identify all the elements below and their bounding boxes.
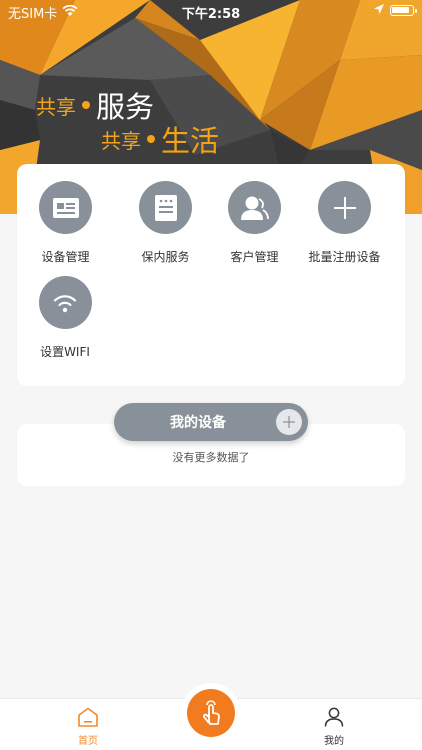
touch-hand-icon [203, 700, 220, 725]
my-devices-title: 我的设备 [170, 415, 226, 431]
add-device-button[interactable] [276, 409, 302, 435]
grid-item-batch-register[interactable]: 批量注册设备 [296, 181, 393, 265]
status-time: 下午2:58 [181, 7, 241, 22]
document-icon [139, 181, 192, 234]
wifi-icon [38, 276, 92, 329]
plus-icon [318, 181, 371, 234]
slogan-share-1: 共享 [36, 94, 76, 119]
slogan-life: 生活 [161, 124, 220, 158]
grid-item-device-management[interactable]: 设备管理 [17, 181, 114, 265]
customer-icon [228, 181, 281, 234]
grid-item-label: 设置WIFI [40, 345, 90, 359]
id-card-icon [39, 181, 92, 234]
grid-item-label: 保内服务 [141, 250, 190, 264]
grid-item-label: 设备管理 [41, 250, 90, 264]
center-action-button[interactable] [187, 689, 235, 737]
function-grid-card: 设备管理 保内服务 客户管理 批量注册设备 设置WIFI [17, 164, 405, 386]
slogan-dot-2 [147, 135, 155, 143]
battery-icon [390, 5, 417, 16]
my-devices-header[interactable]: 我的设备 [114, 403, 308, 441]
slogan-dot-1 [82, 101, 90, 109]
grid-item-warranty-service[interactable]: 保内服务 [117, 181, 214, 265]
tab-home[interactable]: 首页 [58, 707, 118, 747]
empty-list-message: 没有更多数据了 [172, 451, 250, 464]
status-bar: 无SIM卡 下午2:58 [0, 0, 422, 22]
location-arrow-icon [374, 3, 384, 18]
slogan-share-2: 共享 [101, 128, 141, 153]
grid-item-customer-management[interactable]: 客户管理 [206, 181, 303, 265]
tab-mine[interactable]: 我的 [304, 707, 364, 747]
home-icon [78, 707, 98, 727]
tab-home-label: 首页 [78, 736, 98, 747]
slogan-line-2: 共享 生活 [101, 118, 219, 160]
plus-small-icon [283, 416, 295, 428]
grid-item-wifi-settings[interactable]: 设置WIFI [29, 276, 101, 360]
user-icon [324, 707, 344, 727]
tab-mine-label: 我的 [324, 736, 344, 747]
grid-item-label: 客户管理 [230, 250, 279, 264]
grid-item-label: 批量注册设备 [308, 250, 381, 264]
